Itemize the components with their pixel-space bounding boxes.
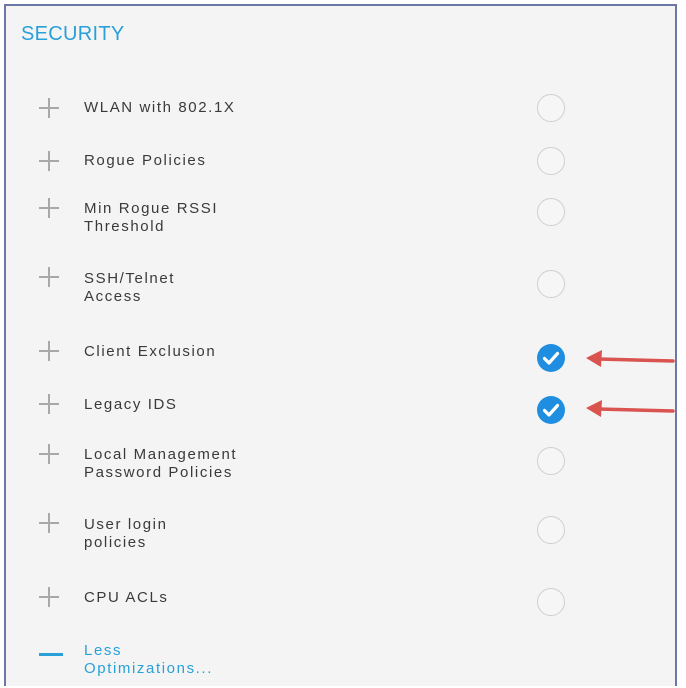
option-row-min-rogue-rssi-threshold[interactable]: Min Rogue RSSI Threshold [6,195,675,245]
option-radio[interactable] [537,270,565,298]
annotation-arrow-icon [586,400,675,417]
annotation-arrow-icon [586,350,675,367]
less-optimizations-link[interactable]: Less Optimizations... [84,642,254,678]
expand-plus-icon[interactable] [39,513,59,533]
expand-plus-icon[interactable] [39,341,59,361]
option-label: Legacy IDS [84,396,178,413]
less-optimizations-toggle[interactable]: Less Optimizations... [6,638,675,688]
option-label: Rogue Policies [84,152,207,169]
option-row-cpu-acls[interactable]: CPU ACLs [6,584,675,634]
option-radio[interactable] [537,147,565,175]
expand-plus-icon[interactable] [39,394,59,414]
option-label: SSH/Telnet Access [84,270,176,305]
expand-plus-icon[interactable] [39,198,59,218]
option-label: CPU ACLs [84,589,169,606]
security-panel: SECURITY WLAN with 802.1X Rogue Policies… [4,4,677,686]
option-radio[interactable] [537,588,565,616]
option-row-user-login-policies[interactable]: User login policies [6,511,675,561]
expand-plus-icon[interactable] [39,98,59,118]
option-radio-checked[interactable] [537,396,565,424]
option-radio[interactable] [537,198,565,226]
section-title: SECURITY [21,23,125,45]
collapse-minus-icon[interactable] [39,653,63,656]
expand-plus-icon[interactable] [39,587,59,607]
option-row-client-exclusion[interactable]: Client Exclusion [6,339,675,389]
option-label: Min Rogue RSSI Threshold [84,200,219,235]
option-row-ssh-telnet-access[interactable]: SSH/Telnet Access [6,265,675,315]
option-radio[interactable] [537,447,565,475]
option-label: WLAN with 802.1X [84,99,236,116]
option-row-rogue-policies[interactable]: Rogue Policies [6,143,675,193]
expand-plus-icon[interactable] [39,267,59,287]
option-label: Local Management Password Policies [84,446,238,481]
option-row-legacy-ids[interactable]: Legacy IDS [6,392,675,442]
option-radio[interactable] [537,94,565,122]
checkmark-icon [542,351,560,365]
checkmark-icon [542,403,560,417]
option-radio-checked[interactable] [537,344,565,372]
expand-plus-icon[interactable] [39,151,59,171]
option-radio[interactable] [537,516,565,544]
option-label: User login policies [84,516,168,551]
option-row-local-management-password-policies[interactable]: Local Management Password Policies [6,442,675,492]
option-row-wlan-802-1x[interactable]: WLAN with 802.1X [6,90,675,140]
expand-plus-icon[interactable] [39,444,59,464]
option-label: Client Exclusion [84,343,217,360]
